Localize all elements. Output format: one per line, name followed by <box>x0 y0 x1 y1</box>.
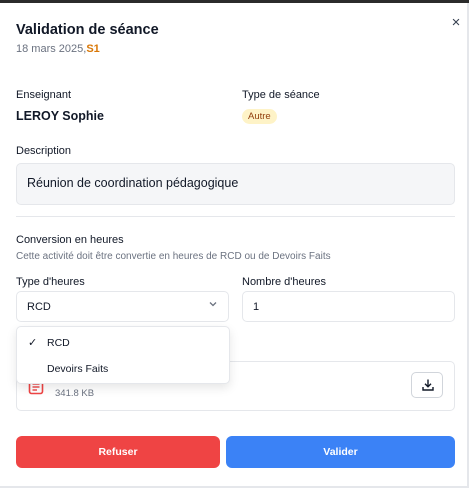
option-label: RCD <box>47 337 70 349</box>
conversion-help: Cette activité doit être convertie en he… <box>16 251 331 262</box>
session-code: S1 <box>86 43 100 55</box>
attachment-size: 341.8 KB <box>55 388 95 399</box>
window-top-bar <box>0 0 469 3</box>
hour-type-select[interactable]: RCD <box>16 291 229 322</box>
hour-type-dropdown: ✓ RCD Devoirs Faits <box>16 326 230 384</box>
dialog-title: Validation de séance <box>16 22 159 38</box>
conversion-title: Conversion en heures <box>16 234 124 246</box>
session-type-label: Type de séance <box>242 89 320 101</box>
download-button[interactable] <box>411 372 443 398</box>
session-date: 18 mars 2025, <box>16 43 87 55</box>
description-field: Réunion de coordination pédagogique <box>16 163 455 205</box>
section-divider <box>16 216 455 217</box>
check-icon: ✓ <box>28 337 38 349</box>
teacher-name: LEROY Sophie <box>16 109 104 123</box>
option-label: Devoirs Faits <box>47 363 109 375</box>
hour-count-input[interactable] <box>242 291 455 322</box>
refuse-button[interactable]: Refuser <box>16 436 220 468</box>
dropdown-option-devoirs-faits[interactable]: Devoirs Faits <box>17 358 229 380</box>
close-icon[interactable]: × <box>447 14 465 32</box>
description-label: Description <box>16 145 72 157</box>
session-type-badge: Autre <box>242 109 277 124</box>
hour-type-label: Type d'heures <box>16 276 85 288</box>
teacher-label: Enseignant <box>16 89 72 101</box>
chevron-down-icon <box>208 299 218 312</box>
dropdown-option-rcd[interactable]: ✓ RCD <box>17 332 229 354</box>
dialog-subtitle: 18 mars 2025,S1 <box>16 43 100 55</box>
hour-type-selected: RCD <box>27 301 51 313</box>
hour-count-label: Nombre d'heures <box>242 276 327 288</box>
download-icon <box>422 379 434 391</box>
validate-button[interactable]: Valider <box>226 436 455 468</box>
